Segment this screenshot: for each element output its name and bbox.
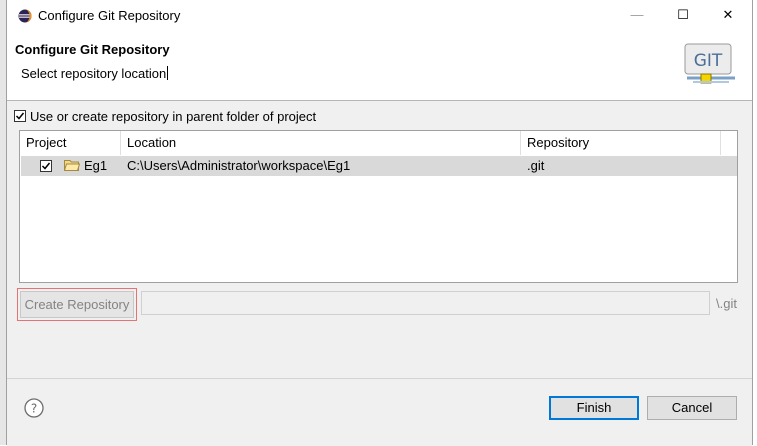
page-title: Configure Git Repository: [15, 42, 170, 57]
create-repository-highlight: Create Repository: [17, 288, 137, 321]
projects-table: Project Location Repository Eg1 C:\Users…: [19, 130, 738, 283]
column-header-project[interactable]: Project: [20, 131, 121, 155]
cancel-button[interactable]: Cancel: [647, 396, 737, 420]
repository-cell: .git: [527, 158, 545, 173]
git-logo-icon: GIT: [684, 43, 735, 84]
text-caret: [167, 66, 169, 80]
git-suffix-label: \.git: [716, 296, 737, 311]
create-repository-button[interactable]: Create Repository: [20, 291, 134, 318]
project-name-cell: Eg1: [84, 158, 108, 173]
wizard-header: Configure Git Repository Select reposito…: [7, 32, 752, 101]
use-parent-folder-option[interactable]: Use or create repository in parent folde…: [14, 108, 316, 124]
eclipse-icon: [18, 9, 32, 23]
title-bar: Configure Git Repository — ☐ ✕: [7, 0, 752, 32]
page-message: Select repository location: [21, 66, 169, 81]
table-row[interactable]: Eg1 C:\Users\Administrator\workspace\Eg1…: [21, 156, 737, 176]
close-button[interactable]: ✕: [712, 4, 744, 26]
help-icon[interactable]: ?: [24, 398, 44, 418]
git-logo-text: GIT: [694, 51, 723, 71]
table-header: Project Location Repository: [20, 131, 737, 155]
button-bar: ? Finish Cancel: [7, 378, 752, 446]
column-header-location[interactable]: Location: [121, 131, 521, 155]
configure-git-dialog: Configure Git Repository — ☐ ✕ Configure…: [6, 0, 753, 446]
window-title: Configure Git Repository: [38, 8, 181, 23]
repository-path-input[interactable]: [141, 291, 710, 315]
folder-open-icon: [64, 160, 80, 171]
project-row-checkbox[interactable]: [40, 160, 52, 172]
use-parent-folder-label: Use or create repository in parent folde…: [30, 108, 317, 124]
page-message-text: Select repository location: [21, 66, 167, 81]
svg-text:?: ?: [31, 402, 37, 416]
column-header-repository[interactable]: Repository: [521, 131, 721, 155]
minimize-button[interactable]: —: [621, 4, 653, 26]
maximize-button[interactable]: ☐: [667, 4, 699, 26]
use-parent-folder-checkbox[interactable]: [14, 110, 26, 122]
finish-button[interactable]: Finish: [549, 396, 639, 420]
location-cell: C:\Users\Administrator\workspace\Eg1: [127, 158, 351, 173]
